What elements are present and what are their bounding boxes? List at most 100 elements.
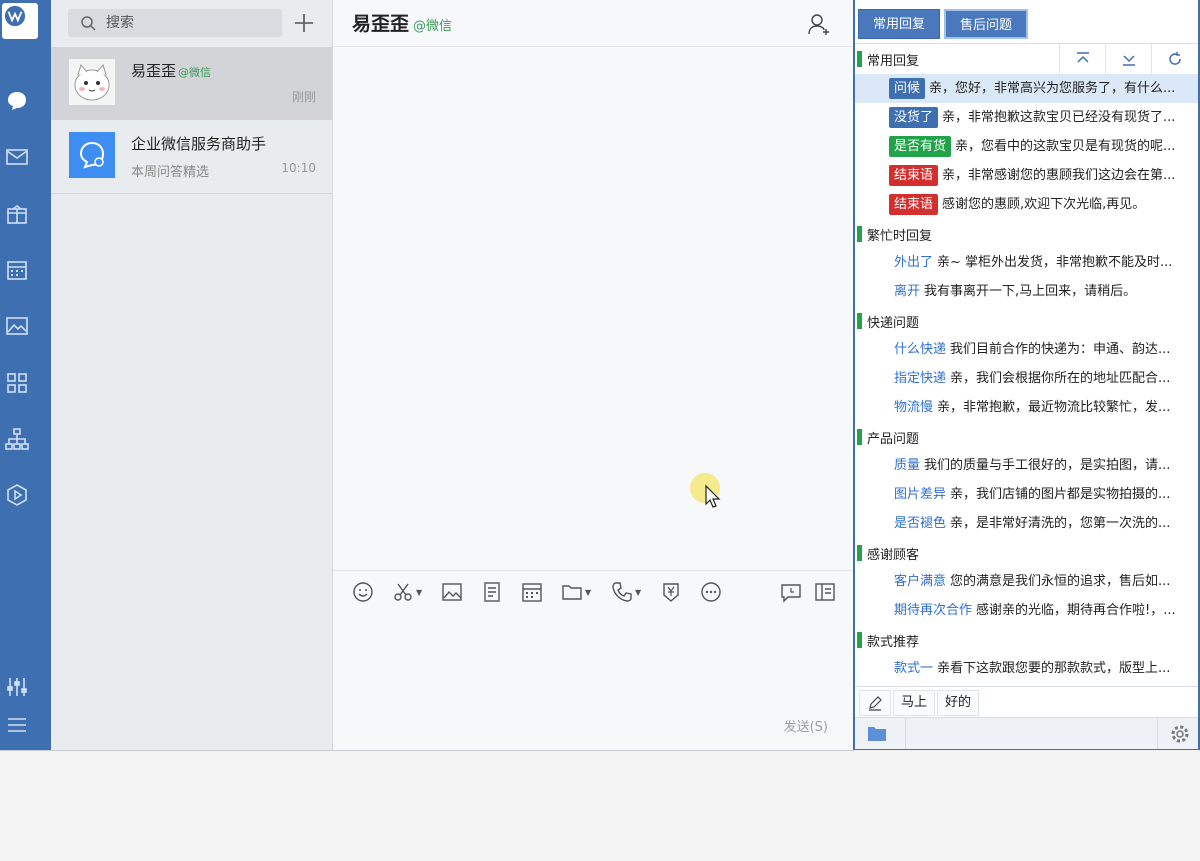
- reply-text: 亲看下这款跟您要的那款款式，版型上...: [937, 661, 1171, 676]
- quick-reply-item[interactable]: 离开 我有事离开一下,马上回来，请稍后。: [855, 277, 1198, 306]
- quick-reply-item[interactable]: 结束语 亲，非常感谢您的惠顾我们这边会在第...: [855, 161, 1198, 190]
- image-icon[interactable]: [0, 309, 34, 343]
- nav-rail: [0, 0, 51, 750]
- reply-label: 外出了: [894, 255, 934, 270]
- emoji-icon[interactable]: [352, 581, 374, 603]
- quick-chip-bar: 马上 好的: [855, 686, 1198, 717]
- chat-channel: @微信: [413, 19, 453, 34]
- reply-label: 款式一: [894, 661, 934, 676]
- phone-icon[interactable]: ▼: [611, 581, 641, 603]
- quick-reply-item[interactable]: 是否有货 亲，您看中的这款宝贝是有现货的呢...: [855, 132, 1198, 161]
- reply-group-header[interactable]: 繁忙时回复: [855, 219, 1198, 249]
- history-icon[interactable]: [780, 581, 802, 603]
- reply-label: 期待再次合作: [894, 603, 973, 618]
- quick-reply-item[interactable]: 是否褪色 亲，是非常好清洗的，您第一次洗的...: [855, 509, 1198, 538]
- reply-text: 亲，非常感谢您的惠顾我们这边会在第...: [942, 168, 1176, 183]
- document-icon[interactable]: [481, 581, 503, 603]
- send-button[interactable]: 发送(S): [784, 716, 828, 735]
- quick-reply-item[interactable]: 指定快递 亲，我们会根据你所在的地址匹配合...: [855, 364, 1198, 393]
- group-marker: [857, 226, 862, 242]
- gift-box-icon[interactable]: [0, 197, 34, 231]
- tab-after-sales[interactable]: 售后问题: [944, 9, 1029, 39]
- tab-common-replies[interactable]: 常用回复: [858, 9, 941, 39]
- chat-header: 易歪歪 @微信: [333, 0, 853, 47]
- calendar-icon[interactable]: [0, 253, 34, 287]
- reply-text: 感谢您的惠顾,欢迎下次光临,再见。: [942, 197, 1146, 212]
- quick-reply-item[interactable]: 客户满意 您的满意是我们永恒的追求，售后如...: [855, 567, 1198, 596]
- reply-group-header[interactable]: 款式推荐: [855, 625, 1198, 655]
- payment-icon[interactable]: [660, 581, 682, 603]
- group-name: 繁忙时回复: [867, 229, 933, 244]
- quick-reply-item[interactable]: 图片差异 亲，我们店铺的图片都是实物拍摄的...: [855, 480, 1198, 509]
- chat-panel: 易歪歪 @微信 ▼ ▼ ▼ 发送(S): [333, 0, 853, 750]
- quick-reply-item[interactable]: 没货了 亲，非常抱歉这款宝贝已经没有现货了...: [855, 103, 1198, 132]
- add-member-icon[interactable]: [807, 12, 831, 36]
- quick-reply-item[interactable]: 结束语 感谢您的惠顾,欢迎下次光临,再见。: [855, 190, 1198, 219]
- reply-text: 感谢亲的光临，期待再合作啦!，...: [976, 603, 1176, 618]
- org-chart-icon[interactable]: [0, 422, 34, 456]
- quick-reply-footer: [855, 717, 1198, 749]
- conversation-item[interactable]: 企业微信服务商助手 本周问答精选 10:10: [51, 120, 332, 194]
- quick-reply-item[interactable]: 物流慢 亲，非常抱歉，最近物流比较繁忙，发...: [855, 393, 1198, 422]
- conversation-item[interactable]: 易歪歪 @微信 刚刚: [51, 47, 332, 120]
- mail-icon[interactable]: [0, 140, 34, 174]
- reply-text: 亲，您好，非常高兴为您服务了，有什么...: [929, 81, 1176, 96]
- quick-reply-item[interactable]: 质量 我们的质量与手工很好的，是实拍图，请...: [855, 451, 1198, 480]
- folder-icon[interactable]: [867, 725, 887, 742]
- channel-tag: @微信: [178, 66, 212, 79]
- collapse-all-icon[interactable]: [1059, 44, 1106, 74]
- footer-divider: [1157, 718, 1158, 749]
- reply-group-header[interactable]: 常用回复: [855, 44, 1198, 75]
- reply-text: 亲，是非常好清洗的，您第一次洗的...: [950, 516, 1171, 531]
- quick-reply-item[interactable]: 问候 亲，您好，非常高兴为您服务了，有什么...: [855, 74, 1198, 103]
- reply-label: 物流慢: [894, 400, 934, 415]
- quick-reply-item[interactable]: 什么快递 我们目前合作的快递为：申通、韵达...: [855, 335, 1198, 364]
- edit-icon[interactable]: [859, 690, 891, 716]
- expand-all-icon[interactable]: [1105, 44, 1152, 74]
- reply-text: 您的满意是我们永恒的追求，售后如...: [950, 574, 1171, 589]
- reply-label: 问候: [889, 78, 926, 99]
- app-logo: [2, 3, 38, 39]
- group-name: 常用回复: [867, 54, 920, 69]
- conversation-list: 搜索 易歪歪 @微信 刚刚 企业微信服务商助手 本周问答精选 10:10: [51, 0, 333, 750]
- play-hex-icon[interactable]: [0, 478, 34, 512]
- quick-reply-item[interactable]: 外出了 亲~ 掌柜外出发货，非常抱歉不能及时...: [855, 248, 1198, 277]
- menu-icon[interactable]: [0, 708, 34, 742]
- group-marker: [857, 545, 862, 561]
- quick-reply-item[interactable]: 款式一 亲看下这款跟您要的那款款式，版型上...: [855, 654, 1198, 683]
- group-name: 感谢顾客: [867, 548, 920, 563]
- reply-label: 离开: [894, 284, 921, 299]
- image-icon[interactable]: [441, 581, 463, 603]
- sidebar-toggle-icon[interactable]: [814, 581, 836, 603]
- footer-divider: [905, 718, 906, 749]
- reply-text: 亲，非常抱歉这款宝贝已经没有现货了...: [942, 110, 1176, 125]
- folder-icon[interactable]: ▼: [561, 581, 591, 603]
- group-marker: [857, 632, 862, 648]
- assistant-avatar: [69, 132, 115, 178]
- reply-group-header[interactable]: 快递问题: [855, 306, 1198, 336]
- apps-grid-icon[interactable]: [0, 366, 34, 400]
- group-name: 产品问题: [867, 432, 920, 447]
- quick-chip[interactable]: 好的: [937, 690, 980, 716]
- reply-group-header[interactable]: 产品问题: [855, 422, 1198, 452]
- screenshot-icon[interactable]: ▼: [392, 581, 422, 603]
- reply-group-header[interactable]: 感谢顾客: [855, 538, 1198, 568]
- avatar: [69, 59, 115, 105]
- more-icon[interactable]: [700, 581, 722, 603]
- reply-text: 亲，我们会根据你所在的地址匹配合...: [950, 371, 1171, 386]
- quick-chip[interactable]: 马上: [893, 690, 936, 716]
- reply-text: 我们目前合作的快递为：申通、韵达...: [950, 342, 1171, 357]
- quick-reply-tabs: 常用回复 售后问题: [855, 0, 1198, 44]
- add-icon[interactable]: [291, 10, 317, 36]
- quick-reply-item[interactable]: 期待再次合作 感谢亲的光临，期待再合作啦!，...: [855, 596, 1198, 625]
- mouse-cursor-icon: [705, 484, 721, 508]
- refresh-icon[interactable]: [1151, 44, 1198, 74]
- calendar-icon[interactable]: [521, 581, 543, 603]
- message-area: [333, 47, 853, 569]
- reply-label: 结束语: [889, 194, 939, 215]
- reply-text: 亲~ 掌柜外出发货，非常抱歉不能及时...: [937, 255, 1173, 270]
- gear-icon[interactable]: [1169, 723, 1191, 745]
- settings-sliders-icon[interactable]: [0, 670, 34, 704]
- chat-icon[interactable]: [0, 84, 34, 118]
- search-input[interactable]: 搜索: [68, 9, 282, 37]
